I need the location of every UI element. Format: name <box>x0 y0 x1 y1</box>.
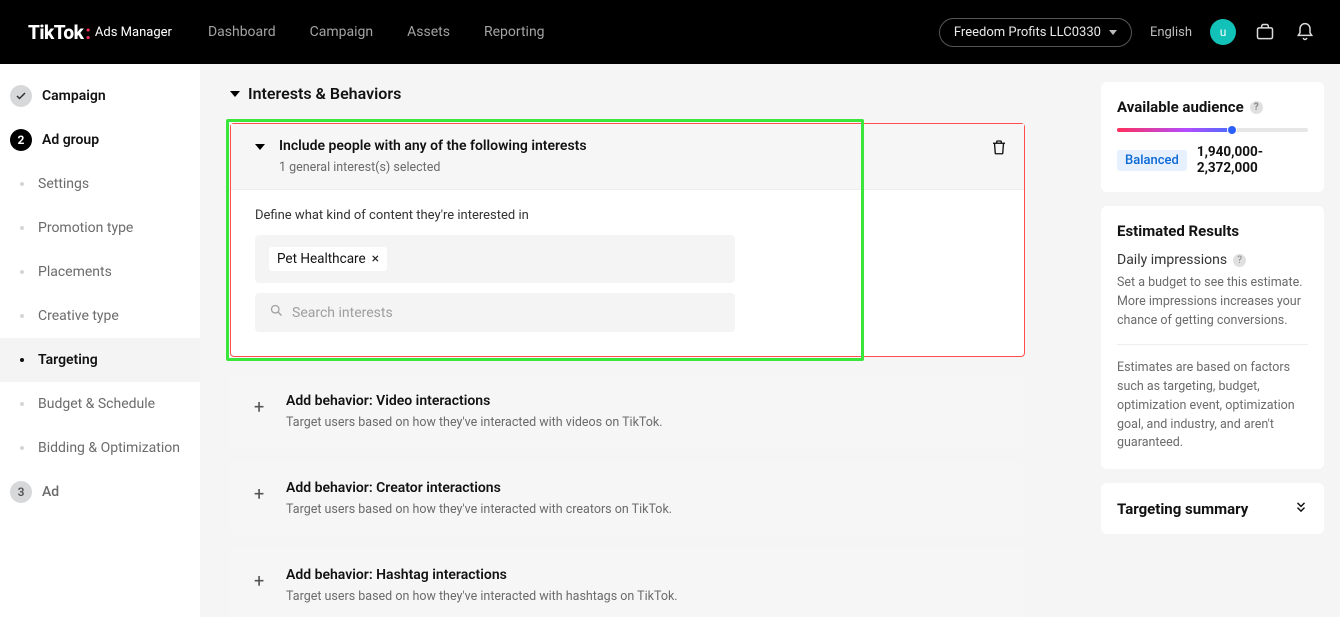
sidebar-item-promotion-type[interactable]: Promotion type <box>0 206 200 250</box>
sidebar-item-label: Creative type <box>38 308 119 324</box>
sidebar-item-bidding-optimization[interactable]: Bidding & Optimization <box>0 426 200 470</box>
estimate-disclaimer: Estimates are based on factors such as t… <box>1117 359 1308 453</box>
sidebar-campaign-label: Campaign <box>42 88 106 104</box>
sidebar-item-label: Promotion type <box>38 220 133 236</box>
main-content: Interests & Behaviors Include people wit… <box>200 64 1085 617</box>
step-number-icon: 2 <box>10 129 32 151</box>
plus-icon: + <box>254 399 268 417</box>
sidebar-item-label: Placements <box>38 264 112 280</box>
define-label: Define what kind of content they're inte… <box>255 208 1000 223</box>
chevron-down-icon <box>1109 30 1117 35</box>
nav-assets[interactable]: Assets <box>407 24 450 40</box>
sidebar-item-label: Targeting <box>38 352 98 368</box>
double-chevron-down-icon <box>1294 499 1308 518</box>
nav-reporting[interactable]: Reporting <box>484 24 545 40</box>
targeting-summary-title: Targeting summary <box>1117 500 1248 518</box>
left-sidebar: Campaign 2 Ad group Settings Promotion t… <box>0 64 200 617</box>
search-icon <box>269 303 284 322</box>
audience-meter <box>1117 128 1308 132</box>
interest-chip-label: Pet Healthcare <box>277 251 366 267</box>
nav-campaign[interactable]: Campaign <box>310 24 373 40</box>
behavior-subtitle: Target users based on how they've intera… <box>286 502 672 517</box>
add-behavior-hashtag[interactable]: + Add behavior: Hashtag interactions Tar… <box>230 549 1025 617</box>
interests-box-header[interactable]: Include people with any of the following… <box>231 124 1024 190</box>
sidebar-item-targeting[interactable]: Targeting <box>0 338 200 382</box>
bell-icon[interactable] <box>1294 21 1316 43</box>
audience-meter-fill <box>1117 128 1232 132</box>
account-name: Freedom Profits LLC0330 <box>954 25 1101 40</box>
header-right: Freedom Profits LLC0330 English u <box>939 18 1316 47</box>
selected-interests-row[interactable]: Pet Healthcare × <box>255 235 735 283</box>
search-interests-row[interactable] <box>255 293 735 332</box>
estimated-results-title: Estimated Results <box>1117 222 1308 240</box>
behavior-subtitle: Target users based on how they've intera… <box>286 589 678 604</box>
add-behavior-creator[interactable]: + Add behavior: Creator interactions Tar… <box>230 462 1025 535</box>
sidebar-item-label: Bidding & Optimization <box>38 440 180 456</box>
sidebar-item-budget-schedule[interactable]: Budget & Schedule <box>0 382 200 426</box>
triangle-down-icon <box>255 144 265 150</box>
logo-subtext: Ads Manager <box>95 25 172 40</box>
interests-box-title: Include people with any of the following… <box>279 138 990 154</box>
audience-status-badge: Balanced <box>1117 150 1187 171</box>
step-number-icon: 3 <box>10 481 32 503</box>
sidebar-item-settings[interactable]: Settings <box>0 162 200 206</box>
triangle-down-icon <box>230 91 240 97</box>
logo-dot-icon: : <box>85 21 91 44</box>
audience-range: 1,940,000-2,372,000 <box>1197 144 1308 176</box>
sidebar-adgroup-label: Ad group <box>42 132 99 148</box>
sidebar-item-label: Budget & Schedule <box>38 396 155 412</box>
interests-include-box: Include people with any of the following… <box>230 123 1025 357</box>
available-audience-card: Available audience ? Balanced 1,940,000-… <box>1101 82 1324 192</box>
daily-impressions-label: Daily impressions <box>1117 252 1227 268</box>
briefcase-icon[interactable] <box>1254 21 1276 43</box>
help-icon[interactable]: ? <box>1250 101 1263 114</box>
audience-meter-knob <box>1227 125 1237 135</box>
remove-chip-icon[interactable]: × <box>372 252 379 266</box>
help-icon[interactable]: ? <box>1233 254 1246 267</box>
language-selector[interactable]: English <box>1150 25 1192 40</box>
sidebar-item-label: Settings <box>38 176 89 192</box>
top-header: TikTok : Ads Manager Dashboard Campaign … <box>0 0 1340 64</box>
behavior-title: Add behavior: Hashtag interactions <box>286 567 678 583</box>
plus-icon: + <box>254 486 268 504</box>
user-avatar[interactable]: u <box>1210 19 1236 45</box>
nav-dashboard[interactable]: Dashboard <box>208 24 276 40</box>
section-title-label: Interests & Behaviors <box>248 84 401 103</box>
interests-box-body: Define what kind of content they're inte… <box>231 190 1024 356</box>
section-interests-behaviors[interactable]: Interests & Behaviors <box>230 84 1025 103</box>
interest-chip: Pet Healthcare × <box>269 247 387 271</box>
sidebar-ad[interactable]: 3 Ad <box>0 470 200 514</box>
daily-impressions-text: Set a budget to see this estimate. More … <box>1117 274 1308 330</box>
sidebar-campaign[interactable]: Campaign <box>0 74 200 118</box>
behavior-title: Add behavior: Video interactions <box>286 393 663 409</box>
estimated-results-card: Estimated Results Daily impressions ? Se… <box>1101 206 1324 469</box>
main-nav: Dashboard Campaign Assets Reporting <box>208 24 939 40</box>
available-audience-title: Available audience <box>1117 98 1244 116</box>
check-icon <box>10 85 32 107</box>
behavior-title: Add behavior: Creator interactions <box>286 480 672 496</box>
logo[interactable]: TikTok : Ads Manager <box>28 21 172 44</box>
sidebar-adgroup[interactable]: 2 Ad group <box>0 118 200 162</box>
delete-button[interactable] <box>990 138 1008 160</box>
sidebar-item-placements[interactable]: Placements <box>0 250 200 294</box>
divider <box>1117 344 1308 345</box>
sidebar-item-creative-type[interactable]: Creative type <box>0 294 200 338</box>
sidebar-ad-label: Ad <box>42 484 59 500</box>
add-behavior-video[interactable]: + Add behavior: Video interactions Targe… <box>230 375 1025 448</box>
account-selector[interactable]: Freedom Profits LLC0330 <box>939 18 1132 47</box>
search-interests-input[interactable] <box>292 305 721 321</box>
logo-text: TikTok <box>28 21 83 44</box>
behavior-subtitle: Target users based on how they've intera… <box>286 415 663 430</box>
targeting-summary-card[interactable]: Targeting summary <box>1101 483 1324 534</box>
interests-box-subtitle: 1 general interest(s) selected <box>279 160 990 175</box>
plus-icon: + <box>254 573 268 591</box>
right-panel: Available audience ? Balanced 1,940,000-… <box>1085 64 1340 617</box>
